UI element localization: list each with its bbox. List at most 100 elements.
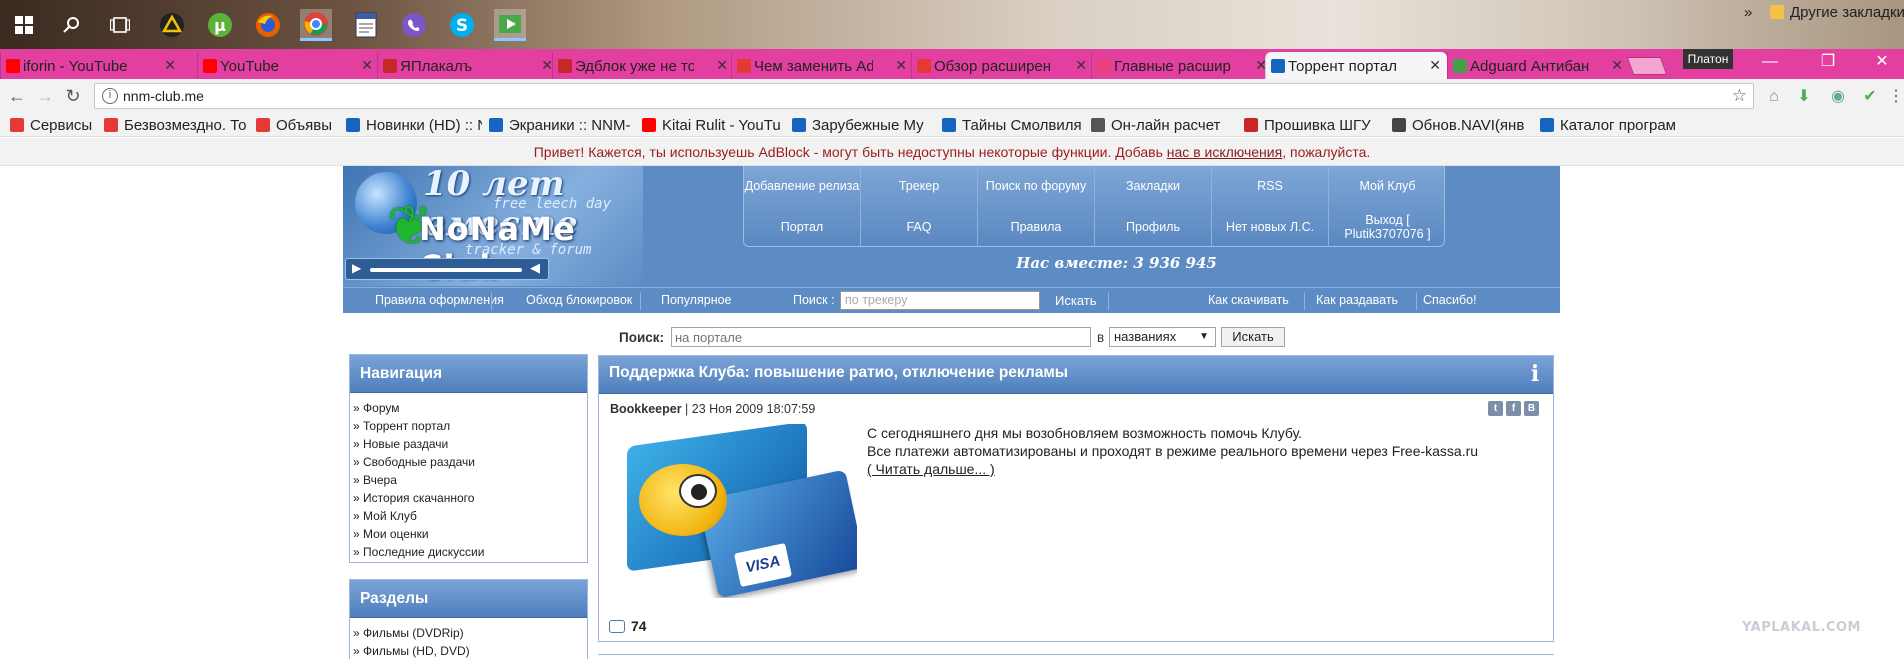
vkontakte-icon[interactable]: B [1524, 401, 1539, 416]
profile-button[interactable]: Платон [1683, 49, 1733, 69]
new-tab-button[interactable] [1626, 57, 1668, 75]
tab-close-icon[interactable]: ✕ [1611, 57, 1623, 74]
portal-search-input[interactable] [671, 327, 1091, 347]
post-author[interactable]: Bookkeeper [610, 402, 682, 416]
search-icon[interactable] [56, 9, 88, 41]
tab-item[interactable]: Торрент портал ✕ [1265, 52, 1447, 80]
tracker-search-button[interactable]: Искать [1055, 293, 1097, 308]
menu-item[interactable]: Поиск по форуму [978, 166, 1095, 206]
menu-item[interactable]: Трекер [861, 166, 978, 206]
facebook-icon[interactable]: f [1506, 401, 1521, 416]
menu-item[interactable]: Портал [744, 207, 861, 247]
adguard-icon[interactable]: ✔ [1860, 87, 1880, 107]
tracker-search-input[interactable]: по трекеру [840, 291, 1040, 310]
bookmark-item[interactable]: Сервисы [10, 116, 96, 134]
exceptions-link[interactable]: нас в исключения [1167, 144, 1282, 160]
tab-item[interactable]: iforin - YouTube ✕ [0, 52, 182, 80]
tab-item[interactable]: Эдблок уже не то ✕ [552, 52, 734, 80]
post-image[interactable]: VISA [607, 424, 857, 598]
menu-dots-icon[interactable]: ⋮ [1886, 87, 1904, 107]
tab-close-icon[interactable]: ✕ [716, 57, 728, 74]
reload-icon[interactable]: ↻ [62, 85, 84, 107]
menu-item[interactable]: Добавление релиза [744, 166, 861, 206]
menu-item[interactable]: Нет новых Л.С. [1212, 207, 1329, 247]
bookmark-item[interactable]: Каталог програм [1540, 116, 1680, 134]
tab-item[interactable]: Обзор расширен ✕ [911, 52, 1093, 80]
sidebar-link[interactable]: Вчера [353, 471, 587, 489]
tab-close-icon[interactable]: ✕ [1429, 57, 1441, 74]
search-scope-select[interactable]: названиях ▼ [1109, 327, 1216, 347]
tab-item[interactable]: Чем заменить Ad ✕ [731, 52, 913, 80]
download-icon[interactable]: ⬇ [1794, 87, 1814, 107]
bookmarks-overflow[interactable]: » [1744, 3, 1752, 21]
bookmark-item[interactable]: Прошивка ШГУ [1244, 116, 1384, 134]
sidebar-link[interactable]: Свободные раздачи [353, 453, 587, 471]
subnav-rules[interactable]: Правила оформления [375, 293, 504, 307]
tab-item[interactable]: YouTube ✕ [197, 52, 379, 80]
sidebar-link[interactable]: Последние дискуссии [353, 543, 587, 561]
subnav-popular[interactable]: Популярное [661, 293, 732, 307]
maximize-icon[interactable]: ❐ [1808, 50, 1848, 74]
comments-count[interactable]: 74 [609, 618, 647, 634]
firefox-icon[interactable] [252, 9, 284, 41]
tab-close-icon[interactable]: ✕ [361, 57, 373, 74]
read-more-link[interactable]: ( Читать дальше... ) [867, 460, 1478, 478]
tab-close-icon[interactable]: ✕ [895, 57, 907, 74]
tab-item[interactable]: ЯПлакалъ ✕ [377, 52, 559, 80]
viber-icon[interactable] [398, 9, 430, 41]
post-title[interactable]: Поддержка Клуба: повышение ратио, отключ… [609, 364, 1068, 381]
home-icon[interactable]: ⌂ [1764, 87, 1784, 107]
menu-item[interactable]: Мой Клуб [1329, 166, 1446, 206]
tab-close-icon[interactable]: ✕ [164, 57, 176, 74]
warning-triangle-icon[interactable] [156, 9, 188, 41]
sidebar-link[interactable]: Мой Клуб [353, 507, 587, 525]
bookmark-item[interactable]: Тайны Смолвиля [942, 116, 1084, 134]
forward-icon[interactable]: → [34, 85, 56, 107]
bookmark-item[interactable]: Kitai Rulit - YouTu [642, 116, 785, 134]
other-bookmarks[interactable]: Другие закладки [1770, 3, 1904, 21]
bookmark-item[interactable]: Объявы [256, 116, 340, 134]
task-view-icon[interactable] [104, 9, 136, 41]
subnav-how-seed[interactable]: Как раздавать [1316, 293, 1398, 307]
sidebar-link[interactable]: Новые раздачи [353, 435, 587, 453]
twitter-icon[interactable]: t [1488, 401, 1503, 416]
sidebar-link[interactable]: История скачанного [353, 489, 587, 507]
sidebar-link[interactable]: Торрент портал [353, 417, 587, 435]
menu-item[interactable]: FAQ [861, 207, 978, 247]
address-bar[interactable]: i nnm-club.me ☆ [94, 83, 1754, 109]
close-window-icon[interactable]: ✕ [1862, 50, 1902, 74]
tab-item[interactable]: Главные расшир ✕ [1091, 52, 1273, 80]
menu-item[interactable]: Закладки [1095, 166, 1212, 206]
bookmark-item[interactable]: Зарубежные Му [792, 116, 934, 134]
bookmark-item[interactable]: Новинки (HD) :: N [346, 116, 482, 134]
subnav-how-download[interactable]: Как скачивать [1208, 293, 1289, 307]
bookmark-item[interactable]: Он-лайн расчет [1091, 116, 1237, 134]
chrome-icon[interactable] [300, 9, 332, 41]
sidebar-link[interactable]: Форум [353, 399, 587, 417]
menu-item[interactable]: RSS [1212, 166, 1329, 206]
subnav-bypass[interactable]: Обход блокировок [526, 293, 632, 307]
menu-item[interactable]: Правила [978, 207, 1095, 247]
tab-close-icon[interactable]: ✕ [1075, 57, 1087, 74]
info-icon[interactable]: i [1527, 362, 1543, 386]
subnav-thanks[interactable]: Спасибо! [1423, 293, 1477, 307]
bookmark-item[interactable]: Экраники :: NNM- [489, 116, 635, 134]
sidebar-link[interactable]: Фильмы (DVDRip) [353, 624, 587, 642]
menu-item[interactable]: Выход [ Plutik3707076 ] [1329, 207, 1446, 247]
bookmark-item[interactable]: Безвозмездно. То [104, 116, 249, 134]
back-icon[interactable]: ← [6, 85, 28, 107]
bookmark-star-icon[interactable]: ☆ [1732, 84, 1747, 108]
utorrent-icon[interactable]: µ [204, 9, 236, 41]
notes-icon[interactable] [350, 9, 382, 41]
skype-icon[interactable]: S [446, 9, 478, 41]
sidebar-link[interactable]: Мои оценки [353, 525, 587, 543]
portal-search-button[interactable]: Искать [1221, 327, 1285, 347]
minimize-icon[interactable]: — [1750, 50, 1790, 74]
extension-icon[interactable]: ◉ [1828, 87, 1848, 107]
tab-item[interactable]: Adguard Антибан ✕ [1447, 52, 1629, 80]
bookmark-item[interactable]: Обнов.NAVI(янв [1392, 116, 1532, 134]
site-info-icon[interactable]: i [102, 88, 118, 104]
media-player-icon[interactable] [494, 9, 526, 41]
menu-item[interactable]: Профиль [1095, 207, 1212, 247]
sidebar-link[interactable]: Фильмы (HD, DVD) [353, 642, 587, 659]
